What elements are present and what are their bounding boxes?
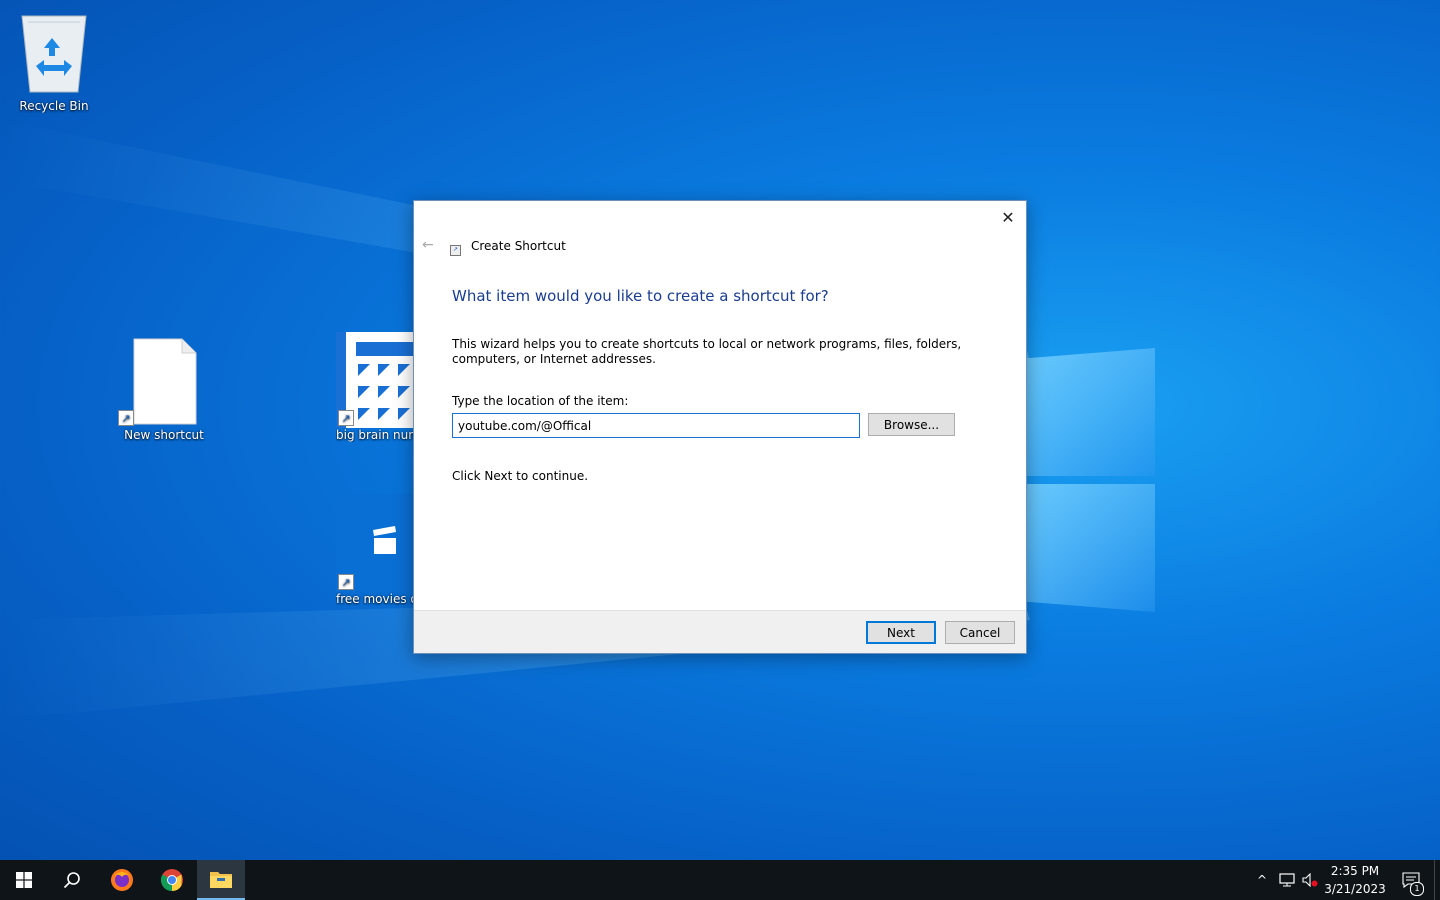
clock-time: 2:35 PM	[1330, 864, 1380, 878]
shortcut-arrow-icon: ↗	[338, 574, 354, 590]
taskbar-clock[interactable]: 2:35 PM 3/21/2023	[1322, 862, 1388, 898]
firefox-icon[interactable]	[98, 860, 146, 900]
file-explorer-icon[interactable]	[197, 860, 245, 900]
shortcut-app-icon: ↗	[450, 245, 461, 256]
desktop-icon-recycle-bin[interactable]: Recycle Bin	[14, 8, 94, 113]
desktop-icon-label: big brain num	[336, 428, 413, 442]
cancel-button[interactable]: Cancel	[945, 621, 1015, 644]
wallpaper-logo-pane	[1027, 484, 1155, 612]
search-icon[interactable]	[48, 860, 96, 900]
show-hidden-icons-chevron-icon[interactable]: ^	[1253, 860, 1271, 900]
location-input[interactable]	[452, 413, 860, 438]
desktop-icon-big-brain[interactable]: ↗ big brain num	[336, 332, 413, 442]
dialog-footer: Next Cancel	[414, 610, 1026, 653]
continue-text: Click Next to continue.	[452, 469, 589, 483]
clock-date: 3/21/2023	[1324, 882, 1386, 896]
desktop-icon-label: free movies on	[336, 592, 413, 606]
desktop-icon-new-shortcut[interactable]: ↗ New shortcut	[116, 338, 212, 442]
volume-muted-icon[interactable]	[1300, 860, 1320, 900]
shortcut-arrow-icon: ↗	[338, 410, 354, 426]
back-arrow-icon[interactable]: ←	[422, 237, 434, 253]
browse-button[interactable]: Browse...	[868, 413, 955, 436]
notification-badge: 1	[1410, 882, 1424, 896]
close-icon[interactable]: ✕	[998, 207, 1018, 227]
show-desktop-strip[interactable]	[1434, 860, 1440, 900]
create-shortcut-dialog: ✕ ← ↗ Create Shortcut What item would yo…	[413, 200, 1027, 654]
dialog-title: Create Shortcut	[471, 239, 566, 253]
location-label: Type the location of the item:	[452, 394, 629, 408]
windows-start-icon[interactable]	[0, 860, 48, 900]
recycle-bin-icon	[21, 15, 87, 93]
desktop-icon-free-movies[interactable]: ↗ free movies on	[336, 494, 413, 606]
desktop-icon-label: New shortcut	[124, 428, 204, 442]
chrome-icon[interactable]	[148, 860, 196, 900]
shortcut-arrow-icon: ↗	[118, 410, 134, 426]
action-center-icon[interactable]: 1	[1398, 860, 1424, 900]
wallpaper-logo-pane	[1027, 348, 1155, 476]
taskbar: ^ 2:35 PM 3/21/2023 1	[0, 860, 1440, 900]
dialog-description: This wizard helps you to create shortcut…	[452, 337, 962, 366]
network-icon[interactable]	[1277, 860, 1297, 900]
dialog-heading: What item would you like to create a sho…	[452, 287, 829, 305]
desktop-icon-label: Recycle Bin	[19, 99, 89, 113]
next-button[interactable]: Next	[866, 621, 936, 644]
